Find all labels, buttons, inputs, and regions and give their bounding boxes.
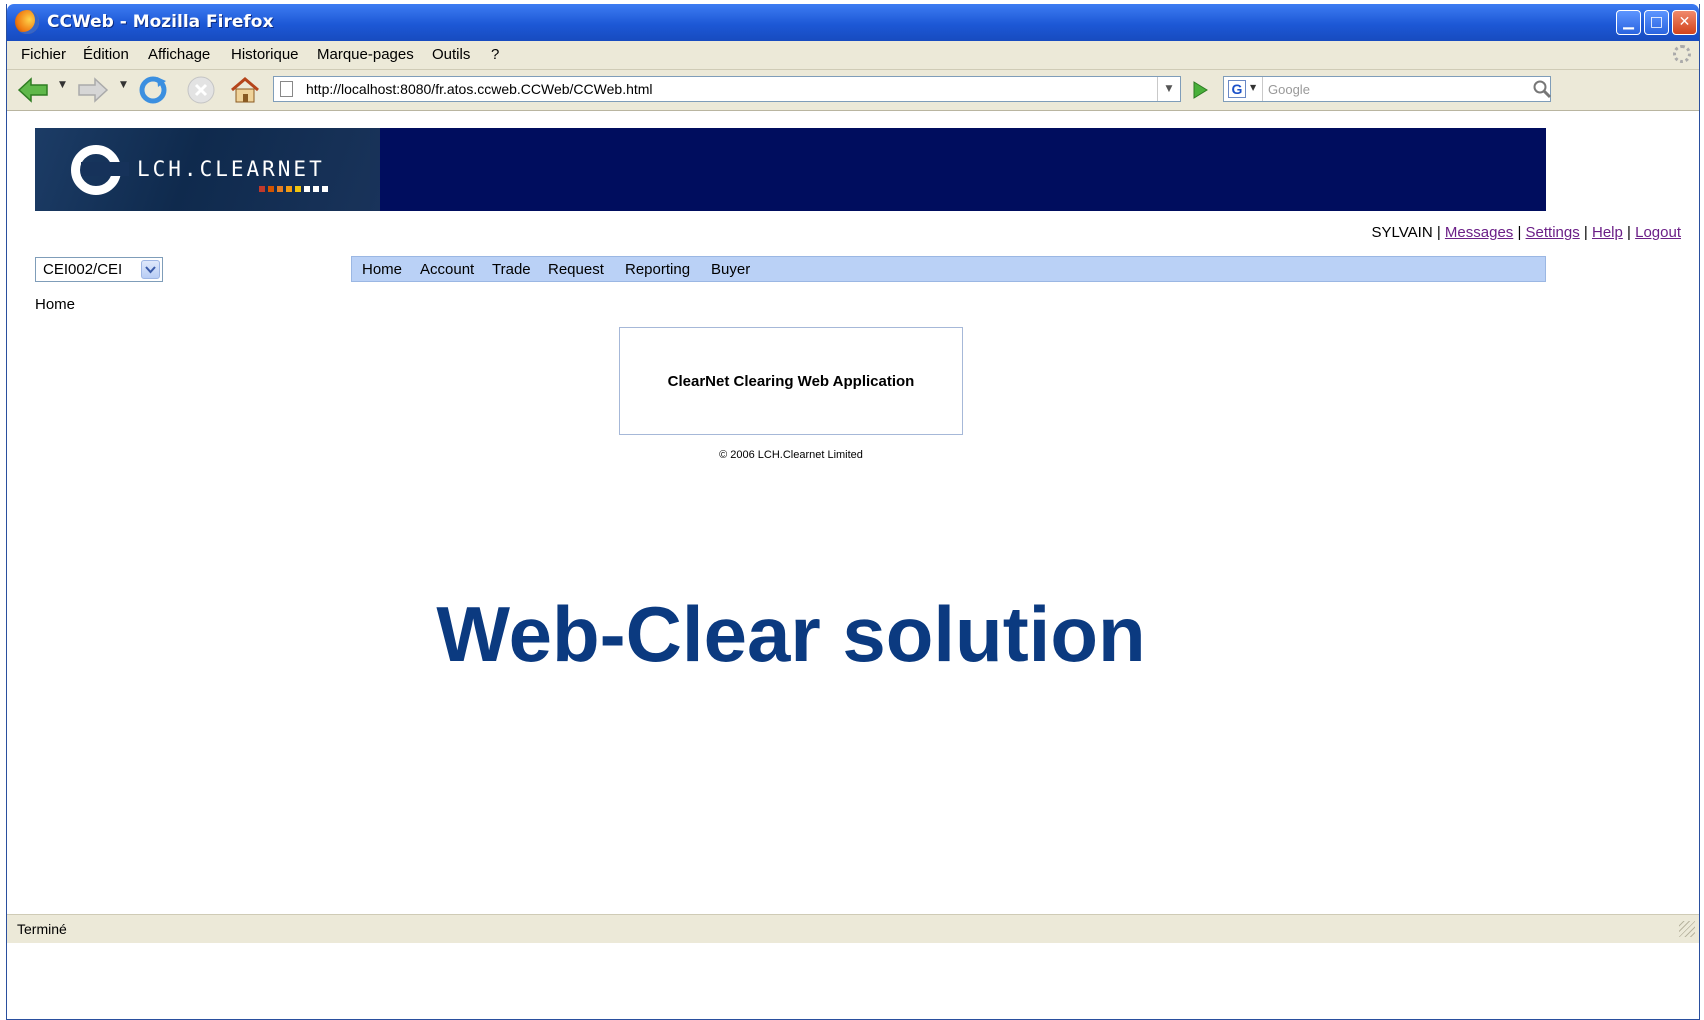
window-title: CCWeb - Mozilla Firefox [47,12,274,32]
chevron-down-icon[interactable] [141,260,160,279]
search-engine-dropdown-icon[interactable]: ▼ [1250,83,1256,92]
resize-grip-icon[interactable] [1679,921,1695,937]
go-button[interactable] [1187,78,1213,102]
throbber-icon [1673,45,1691,63]
search-placeholder[interactable]: Google [1268,82,1310,97]
brand-bar [322,186,328,192]
url-bar[interactable]: http://localhost:8080/fr.atos.ccweb.CCWe… [273,76,1181,102]
breadcrumb: Home [35,296,76,313]
navigation-toolbar: ▼ ▼ http://localhost:8080/fr.atos.ccweb.… [7,70,1699,111]
brand-bar [268,186,274,192]
menu-historique[interactable]: Historique [231,46,299,63]
search-divider [1262,77,1263,101]
menu-edition[interactable]: Édition [83,46,129,63]
back-history-dropdown-icon[interactable]: ▼ [59,80,66,90]
status-bar: Terminé [7,914,1699,943]
forward-history-dropdown-icon[interactable]: ▼ [120,80,127,90]
menu-outils[interactable]: Outils [432,46,470,63]
forward-arrow-icon [78,77,109,103]
stop-button[interactable] [183,74,219,106]
brand-color-bars [259,186,328,192]
app-menu-trade[interactable]: Trade [492,261,531,278]
app-menu-buyer[interactable]: Buyer [711,261,750,278]
user-links: SYLVAIN | Messages | Settings | Help | L… [1372,224,1681,241]
logo-area: LCH.CLEARNET [35,128,380,211]
close-icon: ✕ [1678,14,1691,30]
stop-icon [187,76,215,104]
page-icon [280,81,293,97]
home-button[interactable] [227,74,263,106]
back-button[interactable] [15,74,51,106]
messages-link[interactable]: Messages [1445,224,1513,241]
welcome-box: ClearNet Clearing Web Application [619,327,963,435]
separator: | [1517,224,1522,241]
app-menu-home[interactable]: Home [362,261,402,278]
account-select-value: CEI002/CEI [43,261,123,278]
help-link[interactable]: Help [1592,224,1623,241]
separator: | [1583,224,1588,241]
user-name: SYLVAIN [1371,224,1433,241]
app-menu-account[interactable]: Account [420,261,474,278]
overlay-title: Web-Clear solution [436,590,1146,678]
reload-button[interactable] [135,74,171,106]
search-button[interactable] [1527,76,1557,102]
reload-icon [139,76,167,104]
menu-fichier[interactable]: Fichier [21,46,66,63]
header-banner: LCH.CLEARNET [35,128,1546,211]
brand-bar [304,186,310,192]
close-button[interactable]: ✕ [1672,10,1697,35]
url-text[interactable]: http://localhost:8080/fr.atos.ccweb.CCWe… [306,81,653,97]
status-text: Terminé [17,921,67,937]
brand-bar [295,186,301,192]
copyright-text: © 2006 LCH.Clearnet Limited [719,449,863,461]
home-icon [231,77,259,103]
minimize-button[interactable]: ▁ [1616,10,1641,35]
separator: | [1627,224,1631,241]
title-bar[interactable]: CCWeb - Mozilla Firefox ▁ □ ✕ [7,4,1699,41]
back-arrow-icon [17,77,48,103]
brand-bar [313,186,319,192]
brand-bar [286,186,292,192]
page-content: LCH.CLEARNET SYLVAIN | Messages | Settin… [7,111,1699,914]
maximize-icon: □ [1649,14,1664,30]
account-select[interactable]: CEI002/CEI [35,257,163,282]
url-history-dropdown-icon[interactable]: ▼ [1157,77,1180,101]
menu-help[interactable]: ? [491,46,499,63]
brand-bar [259,186,265,192]
search-box[interactable]: G ▼ Google [1223,76,1551,102]
app-menu-reporting[interactable]: Reporting [625,261,690,278]
menu-affichage[interactable]: Affichage [148,46,210,63]
google-engine-icon[interactable]: G [1228,80,1246,98]
separator: | [1436,224,1441,241]
maximize-button[interactable]: □ [1644,10,1669,35]
menu-marque-pages[interactable]: Marque-pages [317,46,414,63]
magnifier-icon [1533,80,1552,99]
forward-button[interactable] [75,74,111,106]
firefox-logo-icon [15,10,39,34]
browser-window: CCWeb - Mozilla Firefox ▁ □ ✕ Fichier Éd… [6,4,1700,1020]
brand-bar [277,186,283,192]
settings-link[interactable]: Settings [1526,224,1580,241]
app-menu-bar: Home Account Trade Request Reporting Buy… [351,256,1546,282]
logout-link[interactable]: Logout [1635,224,1681,241]
go-arrow-icon [1193,81,1208,99]
brand-name: LCH.CLEARNET [137,157,325,181]
welcome-text: ClearNet Clearing Web Application [667,372,915,390]
minimize-icon: ▁ [1623,14,1634,30]
menu-bar: Fichier Édition Affichage Historique Mar… [7,41,1699,70]
app-menu-request[interactable]: Request [548,261,604,278]
